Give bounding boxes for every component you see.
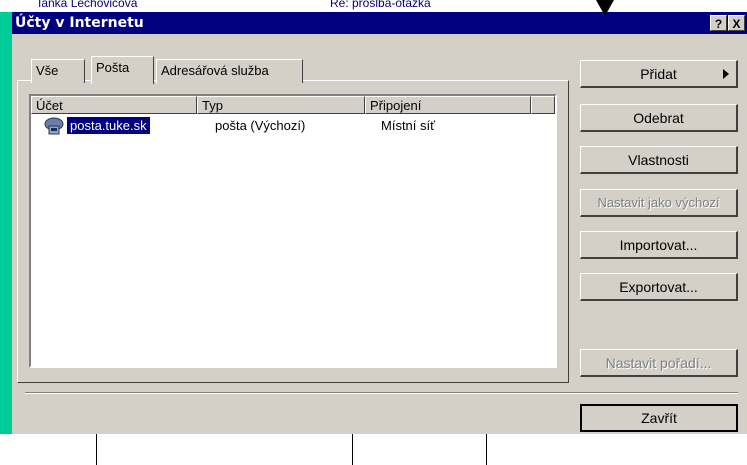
account-name: posta.tuke.sk [67, 117, 150, 134]
column-header-connection-label: Připojení [370, 98, 422, 113]
properties-button[interactable]: Vlastnosti [580, 146, 738, 174]
column-header-account[interactable]: Účet [31, 96, 197, 114]
tab-all-label: Vše [36, 63, 59, 78]
chevron-right-icon [723, 69, 729, 79]
add-button[interactable]: Přidat [580, 60, 738, 88]
remove-button[interactable]: Odebrat [580, 104, 738, 132]
column-header-filler [531, 96, 555, 114]
set-order-button[interactable]: Nastavit pořadí... [580, 349, 738, 377]
background-column-divider [352, 434, 353, 465]
title-bar[interactable]: Účty v Internetu ? X [12, 12, 747, 34]
mail-account-icon [44, 117, 64, 135]
divider [25, 392, 738, 394]
mouse-cursor-icon [596, 0, 614, 16]
column-header-connection[interactable]: Připojení [365, 96, 531, 114]
tab-mail-label: Pošta [96, 60, 130, 75]
tab-directory-service[interactable]: Adresářová služba [156, 59, 303, 83]
background-subject-text: Re: proslba-otázka [330, 0, 431, 10]
column-header-account-label: Účet [36, 98, 63, 113]
background-column-divider [486, 434, 487, 465]
tab-directory-service-label: Adresářová služba [161, 63, 269, 78]
close-window-button[interactable]: X [728, 15, 745, 31]
close-button[interactable]: Zavřít [580, 404, 738, 432]
set-default-button[interactable]: Nastavit jako výchozí [580, 189, 738, 217]
help-button[interactable]: ? [710, 15, 727, 31]
background-column-divider [96, 434, 97, 465]
accounts-list[interactable]: Účet Typ Připojení posta.tuke.sk pošta (… [29, 94, 557, 368]
background-sender-text: Ianka Lechovicová [38, 0, 138, 10]
column-header-type[interactable]: Typ [197, 96, 365, 114]
account-type: pošta (Výchozí) [215, 118, 306, 133]
import-button[interactable]: Importovat... [580, 231, 738, 259]
add-button-label: Přidat [640, 66, 677, 82]
tab-all[interactable]: Vše [31, 59, 85, 83]
account-connection: Místní síť [381, 118, 435, 133]
dialog-title: Účty v Internetu [15, 15, 144, 31]
export-button[interactable]: Exportovat... [580, 273, 738, 301]
tab-mail[interactable]: Pošta [91, 56, 154, 84]
background-window-bottom [0, 434, 747, 465]
column-header-type-label: Typ [202, 98, 223, 113]
